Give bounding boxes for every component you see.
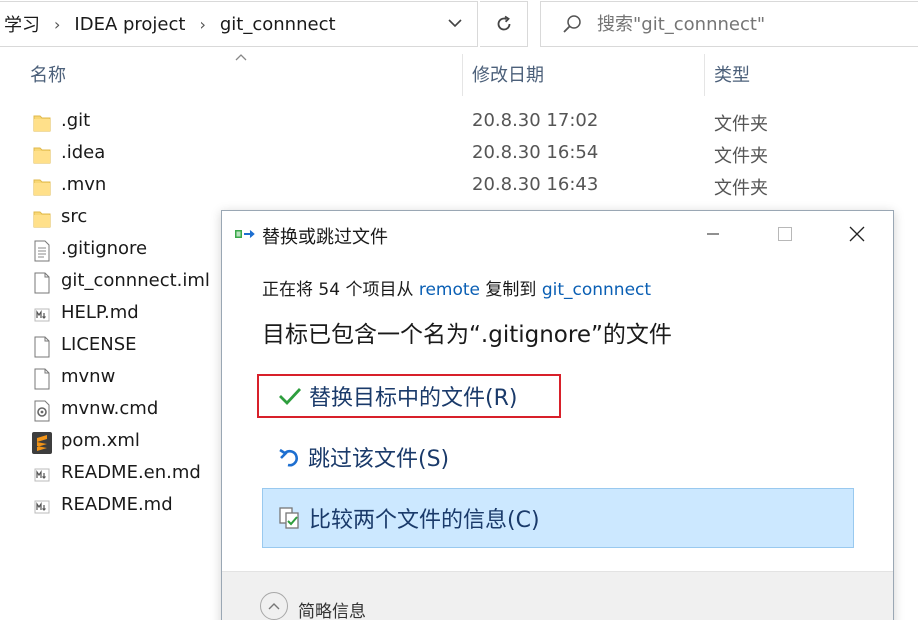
blank-file-icon bbox=[32, 368, 52, 390]
file-transfer-icon bbox=[235, 230, 255, 238]
folder-icon bbox=[32, 112, 52, 134]
close-icon bbox=[849, 226, 865, 242]
blank-file-icon bbox=[32, 336, 52, 358]
file-type: 文件夹 bbox=[714, 146, 768, 167]
file-modified-date: 20.8.30 17:02 bbox=[472, 110, 599, 131]
text-file-icon bbox=[32, 240, 52, 262]
file-name[interactable]: .gitignore bbox=[61, 238, 147, 259]
copy-source-link[interactable]: remote bbox=[419, 280, 480, 300]
copy-destination-link[interactable]: git_connnect bbox=[542, 280, 651, 300]
folder-icon bbox=[32, 176, 52, 198]
markdown-file-icon bbox=[32, 496, 52, 518]
breadcrumb-item[interactable]: 学习 bbox=[0, 11, 44, 37]
dialog-title: 替换或跳过文件 bbox=[262, 227, 388, 248]
refresh-icon bbox=[497, 15, 510, 31]
file-type: 文件夹 bbox=[714, 178, 768, 199]
breadcrumb-separator-icon[interactable]: › bbox=[44, 15, 70, 34]
breadcrumb-separator-icon[interactable]: › bbox=[189, 15, 215, 34]
cmd-file-icon bbox=[32, 400, 52, 422]
maximize-button[interactable] bbox=[749, 211, 821, 257]
skip-file-button[interactable]: 跳过该文件(S) bbox=[262, 427, 854, 487]
file-name[interactable]: mvnw.cmd bbox=[61, 398, 158, 419]
file-row[interactable]: .git 20.8.30 17:02 文件夹 bbox=[0, 106, 918, 138]
file-name[interactable]: HELP.md bbox=[61, 302, 139, 323]
file-name[interactable]: pom.xml bbox=[61, 430, 140, 451]
file-name[interactable]: mvnw bbox=[61, 366, 115, 387]
markdown-file-icon bbox=[32, 304, 52, 326]
skip-arrow-icon bbox=[279, 448, 298, 467]
conflict-headline: 目标已包含一个名为“.gitignore”的文件 bbox=[262, 322, 672, 348]
copy-status: 正在将 54 个项目从 remote 复制到 git_connnect bbox=[262, 275, 651, 300]
replace-file-button[interactable]: 替换目标中的文件(R) bbox=[257, 374, 561, 418]
search-icon bbox=[563, 15, 581, 33]
details-toggle-label[interactable]: 简略信息 bbox=[298, 597, 366, 620]
file-name[interactable]: git_connnect.iml bbox=[61, 270, 210, 291]
dialog-titlebar[interactable]: 替换或跳过文件 bbox=[222, 211, 893, 257]
file-name[interactable]: README.en.md bbox=[61, 462, 201, 483]
column-divider[interactable] bbox=[704, 54, 705, 96]
minimize-button[interactable] bbox=[677, 211, 749, 257]
column-header-name[interactable]: 名称 bbox=[30, 50, 460, 98]
file-name[interactable]: src bbox=[61, 206, 87, 227]
file-row[interactable]: .idea 20.8.30 16:54 文件夹 bbox=[0, 138, 918, 170]
search-box[interactable] bbox=[540, 1, 918, 47]
replace-file-label: 替换目标中的文件(R) bbox=[309, 386, 518, 411]
breadcrumb: 学习 › IDEA project › git_connnect bbox=[0, 1, 478, 47]
address-bar: 学习 › IDEA project › git_connnect bbox=[0, 0, 918, 50]
chevron-down-icon[interactable] bbox=[445, 13, 465, 33]
file-type: 文件夹 bbox=[714, 114, 768, 135]
file-modified-date: 20.8.30 16:43 bbox=[472, 174, 599, 195]
checkmark-icon bbox=[279, 388, 302, 406]
file-name[interactable]: LICENSE bbox=[61, 334, 137, 355]
collapse-details-button[interactable] bbox=[260, 592, 288, 620]
dialog-footer: 简略信息 bbox=[222, 571, 893, 620]
breadcrumb-item[interactable]: IDEA project bbox=[70, 14, 189, 35]
breadcrumb-item[interactable]: git_connnect bbox=[216, 14, 340, 35]
close-button[interactable] bbox=[821, 211, 893, 257]
file-name[interactable]: .idea bbox=[61, 142, 105, 163]
file-name[interactable]: README.md bbox=[61, 494, 173, 515]
file-name[interactable]: .git bbox=[61, 110, 90, 131]
column-divider[interactable] bbox=[462, 54, 463, 96]
chevron-up-icon bbox=[268, 603, 280, 610]
folder-icon bbox=[32, 144, 52, 166]
file-name[interactable]: .mvn bbox=[61, 174, 106, 195]
folder-icon bbox=[32, 208, 52, 230]
file-modified-date: 20.8.30 16:54 bbox=[472, 142, 599, 163]
column-header-type[interactable]: 类型 bbox=[714, 50, 914, 98]
minimize-icon bbox=[707, 233, 719, 235]
file-row[interactable]: .mvn 20.8.30 16:43 文件夹 bbox=[0, 170, 918, 202]
search-input[interactable] bbox=[597, 13, 897, 35]
compare-files-label: 比较两个文件的信息(C) bbox=[309, 508, 540, 533]
copy-status-middle: 复制到 bbox=[480, 280, 542, 300]
markdown-file-icon bbox=[32, 464, 52, 486]
replace-or-skip-dialog: 替换或跳过文件 正在将 54 个项目从 remote 复制到 git_connn… bbox=[221, 210, 894, 620]
sublime-file-icon bbox=[32, 432, 52, 454]
blank-file-icon bbox=[32, 272, 52, 294]
compare-files-button[interactable]: 比较两个文件的信息(C) bbox=[262, 488, 854, 548]
copy-status-prefix: 正在将 54 个项目从 bbox=[262, 280, 419, 300]
compare-files-icon bbox=[279, 507, 299, 529]
maximize-icon bbox=[778, 227, 792, 241]
column-header-date[interactable]: 修改日期 bbox=[472, 50, 702, 98]
refresh-button[interactable] bbox=[480, 1, 528, 47]
skip-file-label: 跳过该文件(S) bbox=[308, 447, 450, 472]
